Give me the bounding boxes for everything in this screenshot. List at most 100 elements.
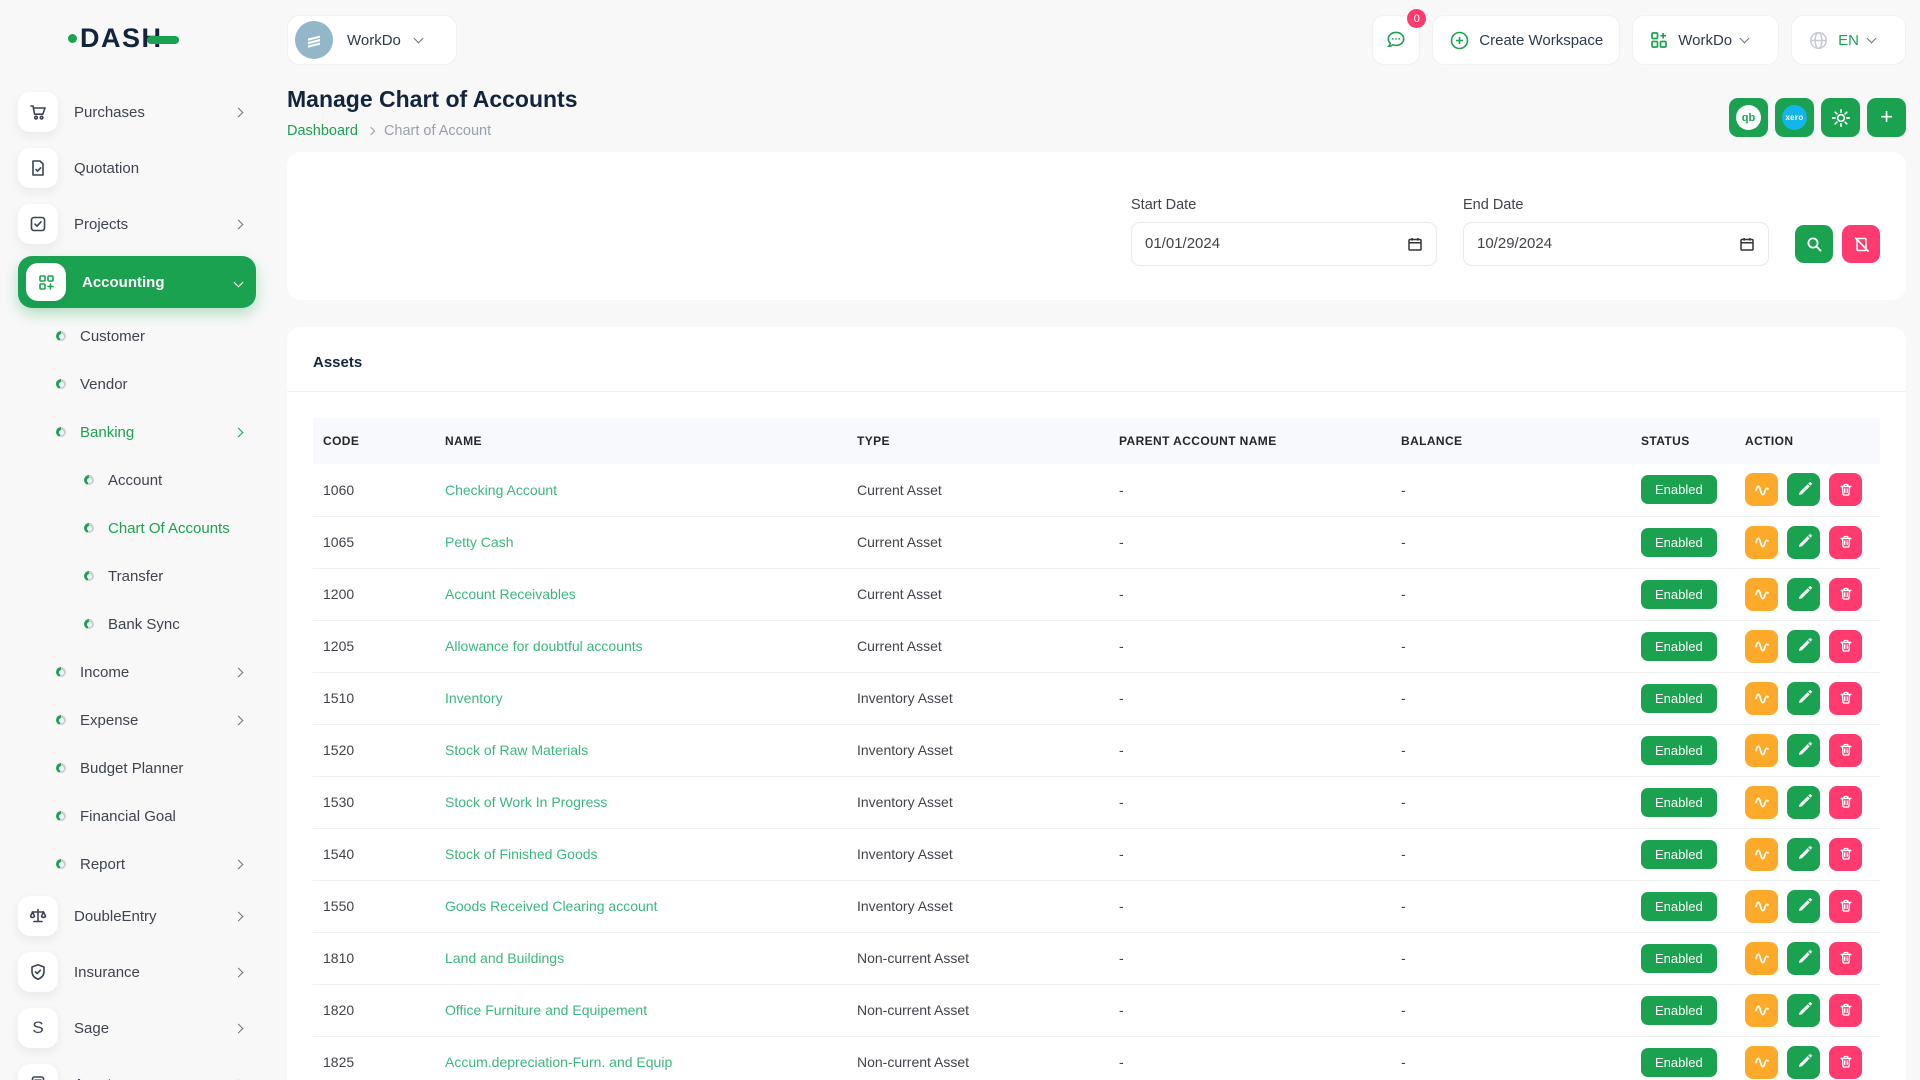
transactions-button[interactable] (1745, 734, 1778, 767)
sidebar-item-financial-goal[interactable]: Financial Goal (18, 792, 256, 840)
edit-button[interactable] (1787, 473, 1820, 506)
status-badge[interactable]: Enabled (1641, 632, 1717, 661)
delete-button[interactable] (1829, 682, 1862, 715)
sidebar-item-insurance[interactable]: Insurance (18, 944, 256, 1000)
sidebar-item-banking[interactable]: Banking (18, 408, 256, 456)
edit-button[interactable] (1787, 994, 1820, 1027)
sidebar-item-account[interactable]: Account (18, 456, 256, 504)
transactions-button[interactable] (1745, 682, 1778, 715)
language-selector[interactable]: EN (1791, 15, 1906, 65)
sidebar-item-vendor[interactable]: Vendor (18, 360, 256, 408)
status-badge[interactable]: Enabled (1641, 580, 1717, 609)
delete-button[interactable] (1829, 734, 1862, 767)
status-badge[interactable]: Enabled (1641, 996, 1717, 1025)
sidebar-item-bank-sync[interactable]: Bank Sync (18, 600, 256, 648)
delete-button[interactable] (1829, 526, 1862, 559)
edit-button[interactable] (1787, 682, 1820, 715)
delete-button[interactable] (1829, 1046, 1862, 1079)
transactions-button[interactable] (1745, 630, 1778, 663)
delete-button[interactable] (1829, 630, 1862, 663)
settings-button[interactable] (1821, 98, 1860, 137)
transactions-button[interactable] (1745, 838, 1778, 871)
account-name-link[interactable]: Land and Buildings (445, 950, 564, 966)
delete-button[interactable] (1829, 786, 1862, 819)
sidebar-item-expense[interactable]: Expense (18, 696, 256, 744)
edit-button[interactable] (1787, 786, 1820, 819)
sidebar-item-report[interactable]: Report (18, 840, 256, 888)
start-date-input[interactable]: 01/01/2024 (1131, 222, 1437, 266)
account-name-link[interactable]: Account Receivables (445, 586, 576, 602)
sidebar-item-accounting[interactable]: Accounting (18, 256, 256, 308)
end-date-input[interactable]: 10/29/2024 (1463, 222, 1769, 266)
xero-button[interactable]: xero (1775, 98, 1814, 137)
status-badge[interactable]: Enabled (1641, 475, 1717, 504)
transactions-button[interactable] (1745, 890, 1778, 923)
workspace-switcher[interactable]: WorkDo (1632, 15, 1779, 65)
sidebar-item-transfer[interactable]: Transfer (18, 552, 256, 600)
sidebar-item-doubleentry[interactable]: DoubleEntry (18, 888, 256, 944)
transactions-button[interactable] (1745, 1046, 1778, 1079)
breadcrumb-dashboard-link[interactable]: Dashboard (287, 123, 358, 139)
account-name-link[interactable]: Checking Account (445, 482, 557, 498)
account-name-link[interactable]: Office Furniture and Equipement (445, 1002, 647, 1018)
sidebar-item-assets[interactable]: Assets (18, 1056, 256, 1080)
edit-button[interactable] (1787, 578, 1820, 611)
messages-button[interactable]: 0 (1372, 15, 1420, 65)
edit-button[interactable] (1787, 734, 1820, 767)
edit-button[interactable] (1787, 890, 1820, 923)
account-name-link[interactable]: Inventory (445, 690, 503, 706)
account-name-link[interactable]: Petty Cash (445, 534, 513, 550)
status-badge[interactable]: Enabled (1641, 1048, 1717, 1077)
account-name-link[interactable]: Goods Received Clearing account (445, 898, 657, 914)
delete-button[interactable] (1829, 942, 1862, 975)
top-bar-actions: 0 Create Workspace WorkDo EN (1372, 15, 1906, 65)
add-account-button[interactable]: + (1867, 98, 1906, 137)
create-workspace-button[interactable]: Create Workspace (1432, 15, 1620, 65)
sidebar-item-customer[interactable]: Customer (18, 312, 256, 360)
sidebar-item-projects[interactable]: Projects (18, 196, 256, 252)
delete-button[interactable] (1829, 578, 1862, 611)
edit-button[interactable] (1787, 1046, 1820, 1079)
transactions-button[interactable] (1745, 473, 1778, 506)
account-name-link[interactable]: Stock of Raw Materials (445, 742, 588, 758)
status-badge[interactable]: Enabled (1641, 736, 1717, 765)
status-badge[interactable]: Enabled (1641, 684, 1717, 713)
account-name-link[interactable]: Stock of Finished Goods (445, 846, 598, 862)
status-badge[interactable]: Enabled (1641, 788, 1717, 817)
account-name-link[interactable]: Stock of Work In Progress (445, 794, 607, 810)
status-badge[interactable]: Enabled (1641, 528, 1717, 557)
sidebar-item-quotation[interactable]: Quotation (18, 140, 256, 196)
quickbooks-button[interactable]: qb (1729, 98, 1768, 137)
sidebar-item-chart-of-accounts[interactable]: Chart Of Accounts (18, 504, 256, 552)
cell-status: Enabled (1631, 568, 1735, 620)
status-badge[interactable]: Enabled (1641, 892, 1717, 921)
sidebar-item-purchases[interactable]: Purchases (18, 84, 256, 140)
sidebar-item-income[interactable]: Income (18, 648, 256, 696)
transactions-button[interactable] (1745, 942, 1778, 975)
sidebar-item-budget-planner[interactable]: Budget Planner (18, 744, 256, 792)
account-name-link[interactable]: Allowance for doubtful accounts (445, 638, 643, 654)
delete-button[interactable] (1829, 890, 1862, 923)
edit-button[interactable] (1787, 526, 1820, 559)
transactions-button[interactable] (1745, 994, 1778, 1027)
transactions-button[interactable] (1745, 526, 1778, 559)
edit-button[interactable] (1787, 838, 1820, 871)
sidebar-item-sage[interactable]: S Sage (18, 1000, 256, 1056)
chat-icon (1385, 29, 1407, 51)
transactions-button[interactable] (1745, 786, 1778, 819)
status-badge[interactable]: Enabled (1641, 840, 1717, 869)
delete-button[interactable] (1829, 838, 1862, 871)
status-badge[interactable]: Enabled (1641, 944, 1717, 973)
workspace-button[interactable]: WorkDo (287, 15, 457, 65)
reset-filter-button[interactable] (1842, 225, 1880, 263)
delete-button[interactable] (1829, 473, 1862, 506)
account-name-link[interactable]: Accum.depreciation-Furn. and Equip (445, 1054, 672, 1070)
edit-button[interactable] (1787, 942, 1820, 975)
delete-button[interactable] (1829, 994, 1862, 1027)
transactions-button[interactable] (1745, 578, 1778, 611)
app-logo[interactable]: DASH (0, 14, 270, 62)
calendar-icon[interactable] (1407, 236, 1423, 252)
calendar-icon[interactable] (1739, 236, 1755, 252)
edit-button[interactable] (1787, 630, 1820, 663)
apply-filter-button[interactable] (1795, 225, 1833, 263)
